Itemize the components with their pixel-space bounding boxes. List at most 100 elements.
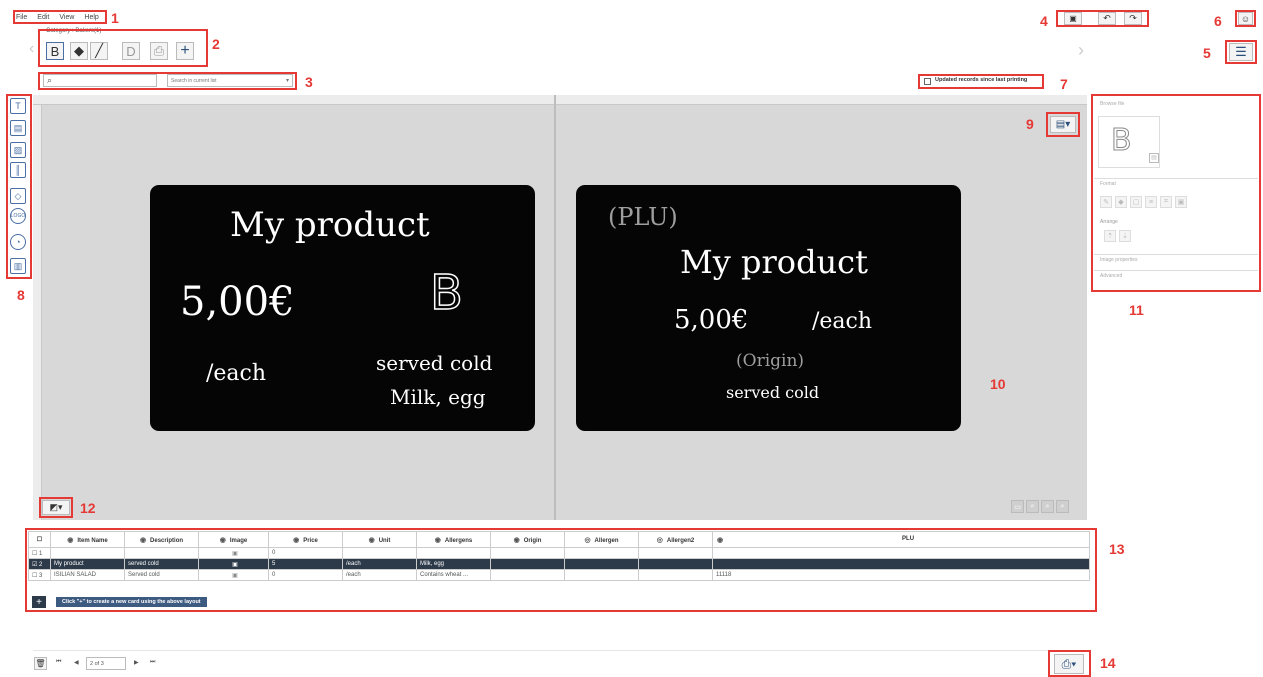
table-cell[interactable]: ISILIAN SALAD [50,569,125,581]
eye-icon[interactable]: ◉ [717,536,723,544]
add-card-button[interactable]: + [32,596,46,608]
print-template-icon[interactable]: ⎙ [150,42,168,60]
table-cell[interactable] [490,558,565,570]
clock-tool-icon[interactable]: ◔ [10,234,26,250]
table-cell[interactable]: Contains wheat ... [416,569,491,581]
table-cell[interactable]: 0 [268,547,343,559]
table-cell[interactable]: Served cold [124,569,199,581]
list-view-button[interactable]: ☰ [1229,43,1253,61]
table-cell[interactable]: /each [342,569,417,581]
add-item-button[interactable]: + [176,42,194,60]
save-button[interactable]: ▣ [1064,12,1082,25]
section-format[interactable]: Format [1094,178,1258,189]
user-account-button[interactable]: ☺ [1238,12,1253,25]
nav-prev-icon[interactable]: ‹ [29,40,34,58]
table-row-selected[interactable]: ☑ 2 My product served cold ▣ 5 /each Mil… [28,558,1090,570]
nav-next-icon[interactable]: › [1078,40,1084,61]
text-tool-icon[interactable]: T [10,98,26,114]
variable-text-tool-icon[interactable]: ▤ [10,120,26,136]
label-preview-left[interactable]: My product 5,00€ B /each served cold Mil… [150,185,535,431]
column-header[interactable]: ◎ Allergen [564,531,639,548]
eye-icon[interactable]: ◉ [369,537,375,544]
eye-icon[interactable]: ◉ [220,537,226,544]
print-button[interactable]: ⎙▾ [1054,654,1084,674]
column-header[interactable]: ◉ Allergens [416,531,491,548]
send-backward-icon[interactable]: ⇣ [1119,230,1131,242]
table-cell-image[interactable]: ▣ [198,547,269,559]
table-cell[interactable] [416,547,491,559]
eye-hidden-icon[interactable]: ◎ [584,537,590,544]
table-cell[interactable] [124,547,199,559]
section-advanced[interactable]: Advanced [1094,270,1258,281]
line-color-button[interactable]: ╱ [90,42,108,60]
zoom-in-icon[interactable]: ⌕ [1041,500,1054,513]
search-scope-select[interactable]: Search in current list ▾ [167,74,293,87]
fill-icon[interactable]: ◆ [1115,196,1127,208]
column-header[interactable]: ◉ Description [124,531,199,548]
table-cell[interactable] [564,569,639,581]
table-cell[interactable] [638,569,713,581]
table-cell[interactable] [490,569,565,581]
select-all-checkbox[interactable]: ☐ [28,531,51,548]
barcode-tool-icon[interactable]: ║ [10,162,26,178]
layer-icon[interactable]: ▣ [1175,196,1187,208]
image-browse-icon[interactable]: ▤ [1149,153,1159,163]
search-input[interactable]: ⌕ [43,74,157,87]
eye-icon[interactable]: ◉ [140,537,146,544]
column-header[interactable]: ◉ Item Name [50,531,125,548]
label-preview-right[interactable]: (PLU) My product 5,00€ /each (Origin) se… [576,185,961,431]
layout-view-button[interactable]: ▤▾ [1050,116,1076,133]
table-cell[interactable] [712,547,1090,559]
fill-color-button[interactable]: ◆ [70,42,88,60]
table-cell[interactable]: /each [342,558,417,570]
shape-tool-icon[interactable]: ◇ [10,188,26,204]
table-cell[interactable] [638,547,713,559]
bring-forward-icon[interactable]: ⇡ [1104,230,1116,242]
section-browse-file[interactable]: Browse file [1094,99,1258,110]
table-cell[interactable]: 5 [268,558,343,570]
table-cell[interactable] [342,547,417,559]
arrange-button[interactable]: ◩▾ [42,500,70,515]
column-header[interactable]: ◉ Origin [490,531,565,548]
eye-icon[interactable]: ◉ [67,537,73,544]
redo-button[interactable]: ↷ [1124,12,1142,25]
table-cell[interactable]: 0 [268,569,343,581]
table-cell-image[interactable]: ▣ [198,569,269,581]
image-tool-icon[interactable]: ▨ [10,142,26,158]
undo-button[interactable]: ↶ [1098,12,1116,25]
align-icon[interactable]: ≡ [1145,196,1157,208]
table-row[interactable]: ☐ 1 ▣ 0 [28,547,1090,559]
table-cell[interactable] [490,547,565,559]
eye-icon[interactable]: ◉ [514,537,520,544]
next-page-icon[interactable]: ▶ [134,659,139,666]
eye-icon[interactable]: ◉ [435,537,441,544]
table-cell[interactable] [712,558,1090,570]
data-source-button[interactable]: D [122,42,140,60]
last-page-icon[interactable]: ⏭ [150,659,155,666]
first-page-icon[interactable]: ⏮ [56,659,61,666]
chart-tool-icon[interactable]: ▥ [10,258,26,274]
column-header[interactable]: ◉ Price [268,531,343,548]
row-checkbox[interactable]: ☑ 2 [28,558,51,570]
table-cell[interactable] [564,558,639,570]
column-header[interactable]: ◉ Image [198,531,269,548]
eye-icon[interactable]: ◉ [293,537,299,544]
image-preview-box[interactable]: B ▤ [1098,116,1160,168]
logo-tool-icon[interactable]: LOGO [10,208,26,224]
edit-icon[interactable]: ✎ [1100,196,1112,208]
row-checkbox[interactable]: ☐ 3 [28,569,51,581]
section-image-properties[interactable]: Image properties [1094,254,1258,265]
table-row[interactable]: ☐ 3 ISILIAN SALAD Served cold ▣ 0 /each … [28,569,1090,581]
table-cell[interactable]: My product [50,558,125,570]
table-cell-image[interactable]: ▣ [198,558,269,570]
column-header[interactable]: ◉ Unit [342,531,417,548]
border-icon[interactable]: ▢ [1130,196,1142,208]
row-checkbox[interactable]: ☐ 1 [28,547,51,559]
eye-hidden-icon[interactable]: ◎ [657,537,663,544]
table-cell[interactable]: 11118 [712,569,1090,581]
crop-icon[interactable]: ⌗ [1160,196,1172,208]
column-header[interactable]: ◉ PLU [712,531,1090,548]
prev-page-icon[interactable]: ◀ [74,659,79,666]
delete-button[interactable]: 🗑 [34,657,47,670]
table-cell[interactable]: Milk, egg [416,558,491,570]
